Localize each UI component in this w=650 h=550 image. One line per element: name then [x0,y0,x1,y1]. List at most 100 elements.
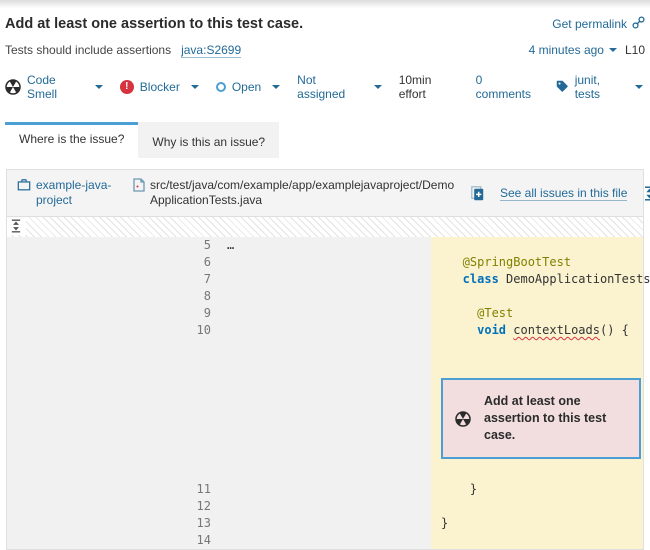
code-line-row: 12 [7,498,643,515]
code-smell-icon [5,79,21,95]
blocker-icon: ! [120,80,134,94]
project-link[interactable]: example-java-project [17,178,124,208]
line-number[interactable]: 7 [7,271,219,288]
rule-key-link[interactable]: java:S2699 [181,43,241,58]
line-marker [219,481,431,498]
status-dropdown[interactable]: Open [216,80,280,94]
effort-label: 10min effort [399,73,459,101]
see-all-issues-link[interactable]: See all issues in this file [500,186,627,201]
code-content [431,532,643,549]
expand-lines-row [7,217,643,237]
code-token: } [441,516,448,530]
changelog-dropdown[interactable]: 4 minutes ago [529,43,617,57]
title-row: Add at least one assertion to this test … [5,16,645,32]
code-token: DemoApplicationTests { [499,272,650,286]
code-token: @Test [441,306,513,320]
code-smell-icon [455,411,471,427]
chevron-down-icon [95,85,103,89]
line-number[interactable]: 14 [7,532,219,549]
comments-link[interactable]: 0 comments [476,73,538,101]
line-number[interactable]: 12 [7,498,219,515]
tags-dropdown[interactable]: junit, tests [555,73,643,101]
code-token: () { [600,323,629,337]
chevron-down-icon [191,85,199,89]
permalink-icon [632,16,645,32]
file-path-group: src/test/java/com/example/app/examplejav… [133,178,462,208]
expand-ellipsis[interactable]: … [219,237,431,254]
code-line-row: 7 class DemoApplicationTests { [7,271,643,288]
chevron-down-icon [635,85,643,89]
issue-toolbar: Code Smell ! Blocker Open Not assigned 1… [5,73,645,101]
tab-why-is-this-an-issue[interactable]: Why is this an issue? [138,122,279,158]
code-line-row: 14 [7,532,643,549]
code-line-row: 6 @SpringBootTest [7,254,643,271]
expand-file-icon[interactable] [643,186,650,201]
code-token: class [441,272,499,286]
code-content: } [431,515,643,532]
code-line-row: 10 void contextLoads() { [7,322,643,339]
line-number[interactable]: 8 [7,288,219,305]
issue-cell: Add at least one assertion to this test … [431,339,643,481]
code-content: @SpringBootTest [431,254,643,271]
line-marker [219,515,431,532]
line-marker [219,288,431,305]
code-table: 5…6 @SpringBootTest7 class DemoApplicati… [7,217,643,549]
tag-icon [555,79,569,96]
tab-where-is-the-issue[interactable]: Where is the issue? [5,122,138,158]
project-icon [17,178,31,208]
line-marker [219,322,431,339]
code-token: contextLoads [513,323,600,337]
code-token: @SpringBootTest [441,255,571,269]
tab-bar: Where is the issue?Why is this an issue? [5,122,645,158]
severity-dropdown[interactable]: ! Blocker [120,80,199,94]
hatch-area [7,217,643,237]
file-header: example-java-project src/test/java/com/e… [7,170,643,217]
get-permalink-link[interactable]: Get permalink [552,16,645,32]
line-number[interactable]: 11 [7,481,219,498]
line-reference: L10 [625,43,645,57]
line-marker [219,305,431,322]
permalink-label: Get permalink [552,17,627,31]
line-number[interactable]: 9 [7,305,219,322]
line-number[interactable]: 6 [7,254,219,271]
code-line-row: 8 [7,288,643,305]
issue-message: Add at least one assertion to this test … [484,393,627,444]
file-icon [133,178,145,208]
code-content [431,237,643,254]
issue-row-gutter [7,339,431,481]
code-token: void [441,323,506,337]
code-content: void contextLoads() { [431,322,643,339]
issue-detail-page: Add at least one assertion to this test … [0,16,650,550]
open-status-icon [216,82,226,92]
code-content: @Test [431,305,643,322]
chevron-down-icon [272,85,280,89]
chevron-down-icon [609,48,617,52]
code-line-row: 5… [7,237,643,254]
line-marker [219,498,431,515]
line-number[interactable]: 10 [7,322,219,339]
pin-file-icon[interactable] [471,186,484,201]
code-line-row: 13} [7,515,643,532]
rule-description: Tests should include assertions [5,43,171,57]
rule-row: Tests should include assertions java:S26… [5,43,645,58]
line-marker [219,532,431,549]
type-dropdown[interactable]: Code Smell [5,73,103,101]
code-content: } [431,481,643,498]
code-line-row: 9 @Test [7,305,643,322]
project-name: example-java-project [36,178,124,208]
assignee-dropdown[interactable]: Not assigned [297,73,382,101]
code-content [431,288,643,305]
code-line-row: 11 } [7,481,643,498]
chevron-down-icon [374,85,382,89]
source-panel: example-java-project src/test/java/com/e… [6,169,644,550]
issue-message-box[interactable]: Add at least one assertion to this test … [441,378,641,459]
code-content: class DemoApplicationTests { [431,271,643,288]
file-path: src/test/java/com/example/app/examplejav… [150,178,462,208]
line-number[interactable]: 5 [7,237,219,254]
code-table-body: 5…6 @SpringBootTest7 class DemoApplicati… [7,217,643,549]
page-title: Add at least one assertion to this test … [5,16,303,32]
expand-lines-icon[interactable] [7,217,26,235]
code-content [431,498,643,515]
issue-row: Add at least one assertion to this test … [7,339,643,481]
line-number[interactable]: 13 [7,515,219,532]
